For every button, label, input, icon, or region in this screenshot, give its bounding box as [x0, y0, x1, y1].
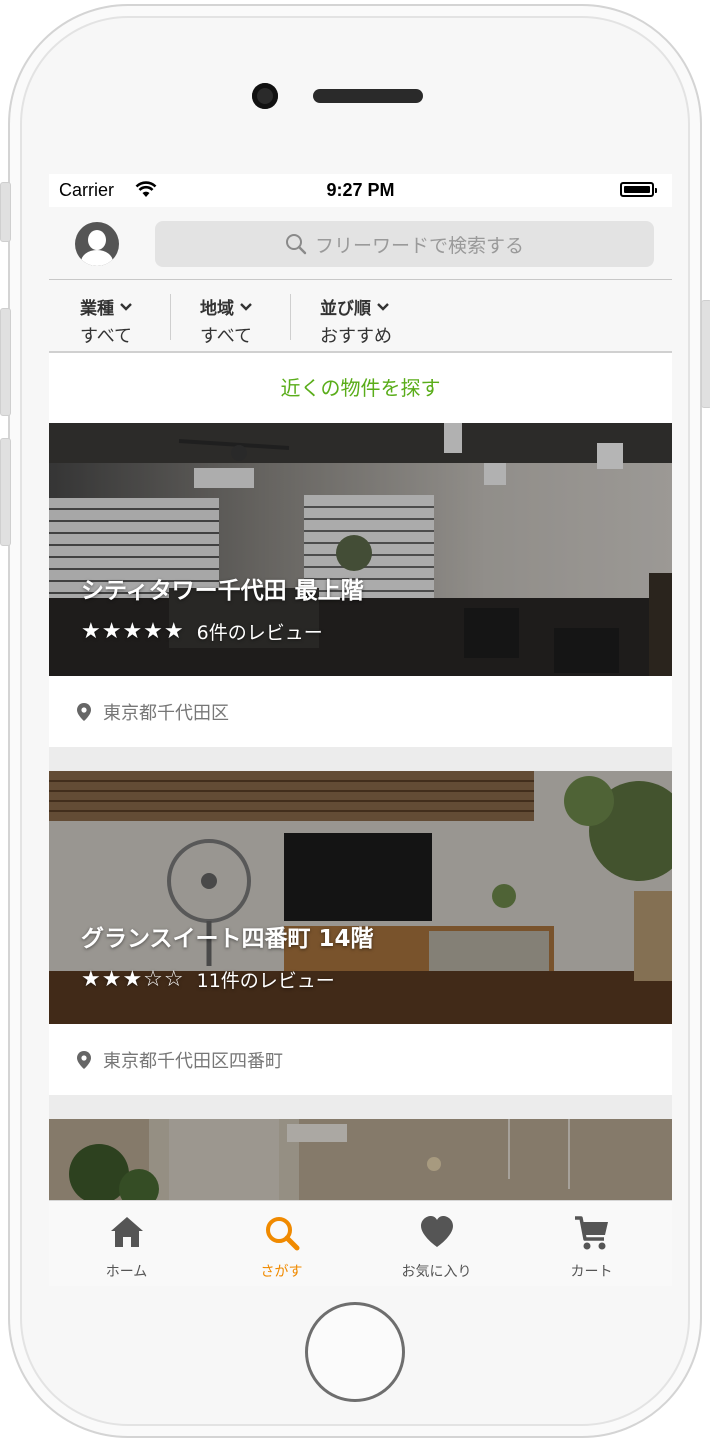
card-separator	[49, 747, 672, 771]
listing-photo: シティタワー千代田 最上階 ★★★★★ 6件のレビュー	[49, 423, 672, 676]
heart-icon	[420, 1216, 453, 1247]
listing-title: グランスイート四番町 14階	[81, 926, 374, 952]
battery-icon	[620, 182, 657, 197]
tab-search-label: さがす	[260, 1264, 303, 1280]
map-pin-icon	[77, 1050, 91, 1069]
photo-overlay	[49, 1119, 672, 1200]
filter-category[interactable]: 業種 すべて	[80, 294, 133, 348]
clock: 9:27 PM	[326, 180, 395, 200]
listing-location: 東京都千代田区	[49, 676, 672, 747]
review-count[interactable]: 11件のレビュー	[197, 966, 335, 993]
mute-switch	[0, 182, 11, 242]
listing-photo	[49, 1119, 672, 1200]
status-bar: Carrier 9:27 PM	[49, 174, 672, 207]
filter-region[interactable]: 地域 すべて	[200, 294, 253, 348]
avatar[interactable]	[75, 222, 119, 266]
filter-category-title: 業種	[80, 299, 114, 319]
tab-home-label: ホーム	[105, 1264, 148, 1280]
search-input[interactable]: フリーワードで検索する	[155, 221, 654, 267]
avatar-head-shape	[88, 230, 106, 250]
chevron-down-icon	[377, 302, 389, 311]
listing-card[interactable]: シティタワー千代田 最上階 ★★★★★ 6件のレビュー 東京都千代田区	[49, 423, 672, 747]
search-icon	[265, 1217, 299, 1251]
home-icon	[110, 1217, 143, 1247]
tab-bar: ホーム さがす お気に入り カート	[49, 1200, 672, 1286]
nearby-search-link[interactable]: 近くの物件を探す	[49, 353, 672, 423]
avatar-body-shape	[81, 250, 113, 266]
listing-photo: グランスイート四番町 14階 ★★★☆☆ 11件のレビュー	[49, 771, 672, 1024]
filter-divider	[290, 294, 291, 340]
app-screen: Carrier 9:27 PM フリーワードで検索する 業種 すべて 地域 すべ…	[49, 174, 672, 1286]
search-placeholder: フリーワードで検索する	[314, 234, 524, 257]
earpiece-speaker	[313, 89, 423, 103]
search-icon	[285, 234, 307, 255]
listing-title: シティタワー千代田 最上階	[81, 578, 364, 604]
listing-card[interactable]: グランスイート四番町 14階 ★★★☆☆ 11件のレビュー 東京都千代田区四番町	[49, 771, 672, 1095]
tab-cart[interactable]: カート	[514, 1201, 669, 1286]
tab-favorites[interactable]: お気に入り	[359, 1201, 514, 1286]
rating-stars: ★★★☆☆	[81, 967, 185, 992]
filter-region-title: 地域	[200, 299, 234, 319]
filter-bar: 業種 すべて 地域 すべて 並び順 おすすめ	[49, 280, 672, 353]
cart-icon	[574, 1216, 608, 1250]
filter-sort[interactable]: 並び順 おすすめ	[320, 294, 392, 348]
tab-cart-label: カート	[570, 1264, 613, 1280]
filter-divider	[170, 294, 171, 340]
power-button	[701, 300, 710, 408]
listing-card[interactable]	[49, 1119, 672, 1200]
tab-home[interactable]: ホーム	[49, 1201, 204, 1286]
search-header: フリーワードで検索する	[49, 207, 672, 280]
filter-category-value: すべて	[80, 326, 133, 347]
card-separator	[49, 1095, 672, 1119]
map-pin-icon	[77, 702, 91, 721]
listing-rating: ★★★★★ 6件のレビュー	[81, 618, 323, 645]
volume-down-button	[0, 438, 11, 546]
home-button[interactable]	[305, 1302, 405, 1402]
location-text: 東京都千代田区	[103, 702, 229, 724]
chevron-down-icon	[240, 302, 252, 311]
filter-sort-value: おすすめ	[320, 326, 392, 347]
tab-search[interactable]: さがす	[204, 1201, 359, 1286]
tab-favorites-label: お気に入り	[401, 1264, 472, 1280]
review-count[interactable]: 6件のレビュー	[197, 618, 323, 645]
front-camera	[252, 83, 278, 109]
listing-location: 東京都千代田区四番町	[49, 1024, 672, 1095]
listing-rating: ★★★☆☆ 11件のレビュー	[81, 966, 335, 993]
filter-region-value: すべて	[200, 326, 253, 347]
volume-up-button	[0, 308, 11, 416]
filter-sort-title: 並び順	[320, 299, 371, 319]
rating-stars: ★★★★★	[81, 619, 185, 644]
chevron-down-icon	[120, 302, 132, 311]
location-text: 東京都千代田区四番町	[103, 1050, 283, 1072]
